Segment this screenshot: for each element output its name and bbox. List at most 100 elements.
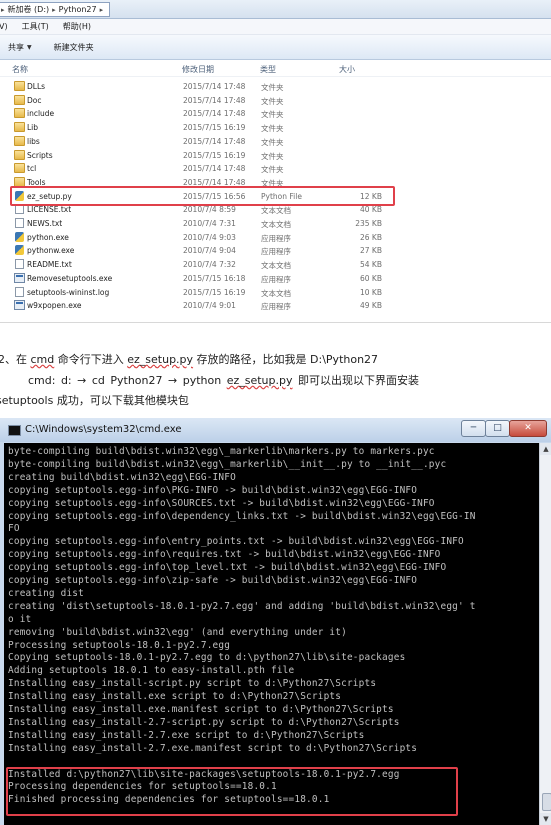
new-folder-button-label: 新建文件夹 bbox=[53, 42, 94, 52]
python-exe-icon bbox=[15, 245, 24, 256]
line3-text: setuptools 成功，可以下载其他模块包 bbox=[0, 394, 189, 407]
folder-icon bbox=[14, 163, 25, 174]
scroll-up-icon[interactable]: ▲ bbox=[540, 443, 551, 455]
menu-tools[interactable]: 工具(T) bbox=[15, 21, 56, 32]
folder-icon bbox=[14, 122, 25, 133]
file-row[interactable]: Lib 2015/7/15 16:19 文件夹 bbox=[0, 121, 420, 134]
divider bbox=[0, 322, 551, 323]
file-name: README.txt bbox=[27, 260, 72, 270]
file-row[interactable]: Removesetuptools.exe 2015/7/15 16:18 应用程序 6… bbox=[0, 272, 420, 285]
folder-icon bbox=[14, 135, 25, 146]
file-date: 2010/7/4 7:31 bbox=[183, 219, 236, 228]
file-row[interactable]: libs 2015/7/14 17:48 文件夹 bbox=[0, 135, 420, 148]
address-path[interactable]: ▸ 新加卷 (D:) ▸ Python27 ▸ bbox=[0, 2, 111, 17]
file-date: 2015/7/15 16:19 bbox=[183, 123, 246, 133]
minimize-button[interactable]: ─ bbox=[461, 420, 486, 437]
file-date: 2015/7/14 17:48 bbox=[183, 136, 246, 146]
line1-mid: 命令行下进入 bbox=[54, 353, 128, 366]
file-row[interactable]: Doc 2015/7/14 17:48 文件夹 bbox=[0, 94, 420, 107]
menu-bar: V) 工具(T) 帮助(H) bbox=[0, 19, 551, 35]
file-size: 40 KB bbox=[360, 205, 382, 215]
file-name: DLLs bbox=[27, 82, 46, 91]
file-date: 2015/7/15 16:19 bbox=[183, 150, 246, 160]
share-button-label: 共享 bbox=[8, 42, 24, 52]
console-line: Installing easy_install-script.py script… bbox=[8, 678, 377, 690]
column-header-date[interactable]: 修改日期 bbox=[182, 64, 214, 75]
scroll-down-icon[interactable]: ▼ bbox=[540, 813, 551, 825]
column-header-type[interactable]: 类型 bbox=[260, 64, 276, 75]
file-size: 60 KB bbox=[360, 273, 382, 283]
file-type: 应用程序 bbox=[261, 274, 291, 284]
console-line: FO bbox=[8, 523, 20, 535]
file-date: 2015/7/14 17:48 bbox=[183, 164, 246, 174]
menu-view[interactable]: V) bbox=[0, 22, 15, 31]
maximize-button[interactable]: □ bbox=[485, 420, 510, 437]
file-date: 2010/7/4 9:03 bbox=[183, 232, 236, 242]
file-name: Removesetuptools.exe bbox=[27, 273, 113, 283]
breadcrumb-drive[interactable]: 新加卷 (D:) bbox=[5, 4, 53, 15]
cmd-title-bar[interactable]: C:\Windows\system32\cmd.exe ─ □ ✕ bbox=[0, 418, 551, 442]
console-line: copying setuptools.egg-info\dependency_l… bbox=[8, 510, 476, 522]
file-type: 文本文档 bbox=[261, 261, 291, 271]
file-row[interactable]: tcl 2015/7/14 17:48 文件夹 bbox=[0, 162, 420, 175]
breadcrumb-folder[interactable]: Python27 bbox=[56, 5, 100, 14]
cmd-title: C:\Windows\system32\cmd.exe bbox=[25, 424, 182, 435]
console-line: creating build\bdist.win32\egg\EGG-INFO bbox=[8, 471, 236, 483]
file-row[interactable]: python.exe 2010/7/4 9:03 应用程序 26 KB bbox=[0, 231, 420, 244]
console-line: creating dist bbox=[8, 587, 84, 599]
console-line: Installing easy_install-2.7.exe script t… bbox=[8, 729, 365, 741]
file-type: 文本文档 bbox=[261, 288, 291, 298]
file-row[interactable]: setuptools-wininst.log 2015/7/15 16:19 文本文… bbox=[0, 286, 420, 299]
file-size: 54 KB bbox=[360, 260, 382, 270]
file-row[interactable]: DLLs 2015/7/14 17:48 文件夹 bbox=[0, 80, 420, 93]
console-line: Adding setuptools 18.0.1 to easy-install… bbox=[8, 665, 295, 677]
file-type: 文本文档 bbox=[261, 206, 291, 216]
file-name: include bbox=[27, 109, 55, 119]
column-headers: 名称 修改日期 类型 大小 bbox=[0, 60, 551, 77]
file-type: 应用程序 bbox=[261, 247, 291, 257]
python-exe-icon bbox=[15, 231, 24, 242]
file-size: 27 KB bbox=[360, 246, 382, 256]
file-explorer-window: ▸ 新加卷 (D:) ▸ Python27 ▸ V) 工具(T) 帮助(H) 共… bbox=[0, 0, 551, 322]
cmd-window: C:\Windows\system32\cmd.exe ─ □ ✕ byte-c… bbox=[0, 418, 551, 825]
text-file-icon bbox=[15, 259, 24, 270]
console-line: byte-compiling build\bdist.win32\egg\_ma… bbox=[8, 446, 435, 457]
line2-file: ez_setup.py bbox=[226, 374, 293, 387]
file-row[interactable]: w9xpopen.exe 2010/7/4 9:01 应用程序 49 KB bbox=[0, 299, 420, 312]
file-date: 2015/7/15 16:18 bbox=[183, 273, 246, 283]
file-type: 文件夹 bbox=[261, 137, 284, 147]
file-date: 2010/7/4 9:01 bbox=[183, 301, 236, 311]
share-button[interactable]: 共享 ▼ bbox=[0, 42, 40, 53]
file-row[interactable]: pythonw.exe 2010/7/4 9:04 应用程序 27 KB bbox=[0, 244, 420, 257]
file-row[interactable]: README.txt 2010/7/4 7:32 文本文档 54 KB bbox=[0, 258, 420, 271]
file-row[interactable]: NEWS.txt 2010/7/4 7:31 文本文档 235 KB bbox=[0, 217, 420, 230]
file-name: libs bbox=[27, 136, 40, 146]
file-row[interactable]: include 2015/7/14 17:48 文件夹 bbox=[0, 107, 420, 120]
file-type: 文件夹 bbox=[261, 151, 284, 161]
column-header-size[interactable]: 大小 bbox=[339, 64, 355, 75]
column-header-name[interactable]: 名称 bbox=[12, 64, 28, 75]
file-size: 235 KB bbox=[355, 219, 382, 228]
file-row[interactable]: Scripts 2015/7/15 16:19 文件夹 bbox=[0, 149, 420, 162]
file-date: 2015/7/15 16:19 bbox=[183, 287, 246, 297]
close-button[interactable]: ✕ bbox=[509, 420, 547, 437]
address-bar[interactable]: ▸ 新加卷 (D:) ▸ Python27 ▸ bbox=[0, 0, 551, 19]
console-line: copying setuptools.egg-info\SOURCES.txt … bbox=[8, 497, 435, 509]
file-name: Scripts bbox=[27, 150, 53, 160]
console-icon bbox=[8, 425, 21, 436]
console-line: o it bbox=[8, 613, 32, 625]
console-line: byte-compiling build\bdist.win32\egg\_ma… bbox=[8, 458, 447, 470]
exe-icon bbox=[14, 300, 25, 311]
new-folder-button[interactable]: 新建文件夹 bbox=[46, 42, 102, 53]
file-date: 2010/7/4 8:59 bbox=[183, 205, 236, 215]
folder-icon bbox=[14, 108, 25, 119]
scrollbar-thumb[interactable] bbox=[542, 793, 551, 811]
console-line: Copying setuptools-18.0.1-py2.7.egg to d… bbox=[8, 652, 406, 664]
text-file-icon bbox=[15, 286, 24, 297]
folder-icon bbox=[14, 94, 25, 105]
menu-help[interactable]: 帮助(H) bbox=[56, 21, 98, 32]
file-name: python.exe bbox=[27, 232, 69, 242]
vertical-scrollbar[interactable]: ▲ ▼ bbox=[539, 443, 551, 825]
file-type: 文件夹 bbox=[261, 165, 284, 175]
console-line: copying setuptools.egg-info\entry_points… bbox=[8, 536, 464, 548]
